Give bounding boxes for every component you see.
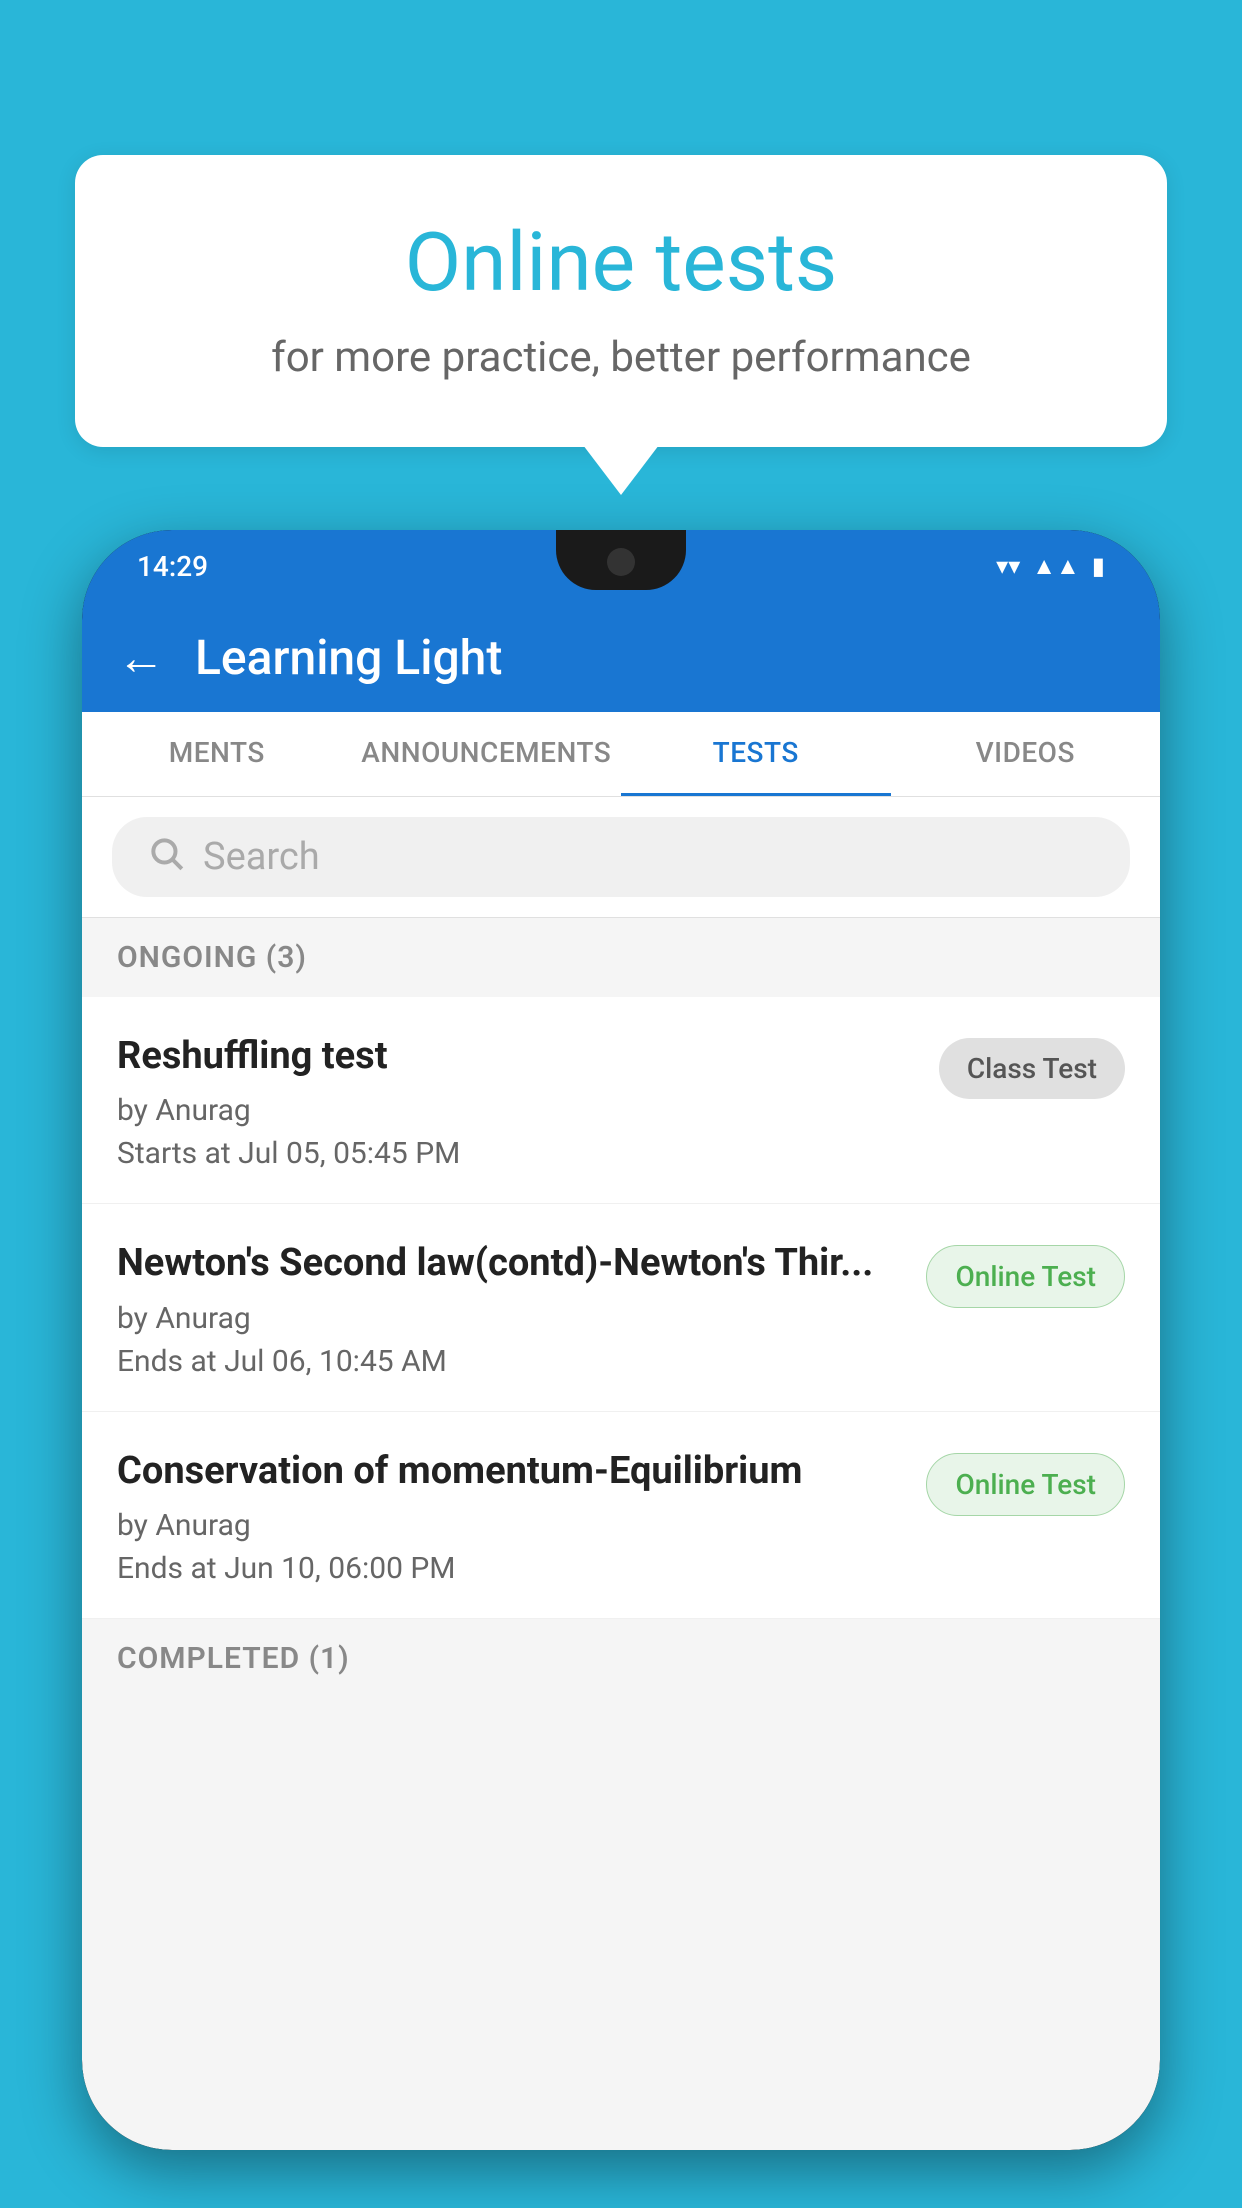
battery-icon: ▮: [1092, 552, 1105, 580]
completed-section-header: COMPLETED (1): [82, 1619, 1160, 1698]
speech-bubble-section: Online tests for more practice, better p…: [75, 155, 1167, 447]
test-title: Reshuffling test: [117, 1032, 919, 1081]
phone-container: 14:29 ▾▾ ▲▲ ▮ ← Learning Light MENTS ANN…: [82, 530, 1160, 2208]
phone-frame: 14:29 ▾▾ ▲▲ ▮ ← Learning Light MENTS ANN…: [82, 530, 1160, 2150]
test-time: Ends at Jul 06, 10:45 AM: [117, 1344, 906, 1379]
test-badge-class: Class Test: [939, 1038, 1125, 1099]
ongoing-label: ONGOING (3): [117, 940, 307, 975]
tab-announcements[interactable]: ANNOUNCEMENTS: [352, 712, 622, 796]
search-placeholder: Search: [203, 835, 320, 879]
status-icons: ▾▾ ▲▲ ▮: [996, 552, 1105, 581]
test-author: by Anurag: [117, 1508, 906, 1543]
search-icon: [147, 834, 185, 881]
test-list: Reshuffling test by Anurag Starts at Jul…: [82, 997, 1160, 1619]
test-info: Conservation of momentum-Equilibrium by …: [117, 1447, 906, 1586]
test-title: Conservation of momentum-Equilibrium: [117, 1447, 906, 1496]
list-item[interactable]: Newton's Second law(contd)-Newton's Thir…: [82, 1204, 1160, 1411]
test-author: by Anurag: [117, 1301, 906, 1336]
phone-screen: 14:29 ▾▾ ▲▲ ▮ ← Learning Light MENTS ANN…: [82, 530, 1160, 2150]
signal-icon: ▲▲: [1032, 552, 1080, 581]
test-title: Newton's Second law(contd)-Newton's Thir…: [117, 1239, 906, 1288]
test-info: Reshuffling test by Anurag Starts at Jul…: [117, 1032, 919, 1171]
search-bar[interactable]: Search: [112, 817, 1130, 897]
search-container: Search: [82, 797, 1160, 918]
app-bar: ← Learning Light: [82, 602, 1160, 712]
bubble-subtitle: for more practice, better performance: [155, 333, 1087, 382]
content-area: Search ONGOING (3) Reshuffling test by A…: [82, 797, 1160, 2150]
tab-tests[interactable]: TESTS: [621, 712, 891, 796]
test-badge-online: Online Test: [926, 1453, 1125, 1516]
back-button[interactable]: ←: [117, 629, 165, 686]
tab-ments[interactable]: MENTS: [82, 712, 352, 796]
test-time: Starts at Jul 05, 05:45 PM: [117, 1136, 919, 1171]
test-info: Newton's Second law(contd)-Newton's Thir…: [117, 1239, 906, 1378]
list-item[interactable]: Reshuffling test by Anurag Starts at Jul…: [82, 997, 1160, 1204]
tab-videos[interactable]: VIDEOS: [891, 712, 1161, 796]
test-time: Ends at Jun 10, 06:00 PM: [117, 1551, 906, 1586]
status-time: 14:29: [137, 550, 208, 583]
app-title: Learning Light: [195, 629, 502, 686]
test-author: by Anurag: [117, 1093, 919, 1128]
completed-label: COMPLETED (1): [117, 1641, 350, 1676]
speech-bubble: Online tests for more practice, better p…: [75, 155, 1167, 447]
camera-notch: [607, 548, 635, 576]
test-badge-online: Online Test: [926, 1245, 1125, 1308]
list-item[interactable]: Conservation of momentum-Equilibrium by …: [82, 1412, 1160, 1619]
wifi-icon: ▾▾: [996, 552, 1020, 580]
ongoing-section-header: ONGOING (3): [82, 918, 1160, 997]
tabs-bar: MENTS ANNOUNCEMENTS TESTS VIDEOS: [82, 712, 1160, 797]
bubble-title: Online tests: [155, 215, 1087, 311]
